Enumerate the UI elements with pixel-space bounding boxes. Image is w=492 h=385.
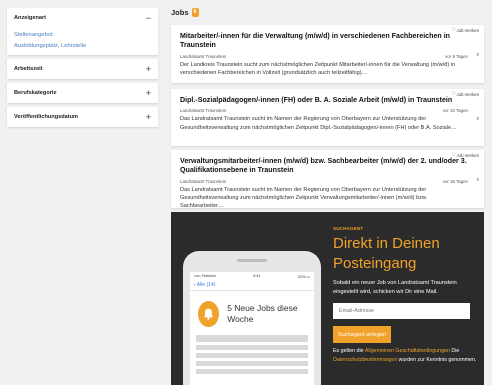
legal-middle: Die <box>449 348 460 354</box>
privacy-link[interactable]: Datenschutzbestimmungen <box>333 357 397 363</box>
placeholder-line <box>196 369 308 374</box>
placeholder-line <box>196 345 308 350</box>
job-age: vor 16 Tagen <box>442 178 468 184</box>
job-meta: Landratsamt Traunstein vor 10 Tagen <box>180 108 468 113</box>
filter-arbeitszeit: Arbeitszeit + <box>7 59 158 79</box>
heart-icon: ♡ <box>451 91 456 96</box>
filter-label: Arbeitszeit <box>14 66 43 72</box>
job-title[interactable]: Mitarbeiter/-innen für die Verwaltung (m… <box>180 32 468 51</box>
remember-job-button[interactable]: ♡ Job merken <box>452 91 479 97</box>
phone-notification: 5 Neue Jobs diese Woche <box>190 291 314 335</box>
job-title[interactable]: Verwaltungsmitarbeiter/-innen (m/w/d) bz… <box>180 157 468 176</box>
filter-arbeitszeit-header[interactable]: Arbeitszeit + <box>7 59 158 79</box>
expand-icon[interactable]: + <box>146 88 151 98</box>
job-description: Das Landratsamt Traunstein sucht im Name… <box>180 116 457 131</box>
expand-icon[interactable]: + <box>146 64 151 74</box>
heart-icon: ♡ <box>451 152 456 157</box>
job-employer: Landratsamt Traunstein <box>180 178 227 184</box>
phone-back-link: ‹ Alle (14) <box>190 281 314 291</box>
job-description: Der Landkreis Traunstein sucht zum nächs… <box>180 61 456 76</box>
remember-job-label: Job merken <box>456 91 479 97</box>
job-card[interactable]: ♡ Job merken Verwaltungsmitarbeiter/-inn… <box>171 150 484 210</box>
filter-anzeigenart-header[interactable]: Anzeigenart − <box>7 8 158 28</box>
jobs-count-badge: 6 <box>191 8 199 17</box>
legal-prefix: Es gelten die <box>333 348 365 354</box>
jobs-heading: Jobs 6 <box>171 8 199 17</box>
remember-job-label: Job merken <box>456 152 479 158</box>
placeholder-line <box>196 361 308 366</box>
collapse-icon[interactable]: − <box>146 13 151 23</box>
legal-notice: Es gelten die Allgemeinen Geschäftsbedin… <box>333 347 478 365</box>
chevron-right-icon[interactable]: › <box>476 113 479 122</box>
chevron-right-icon[interactable]: › <box>476 175 479 184</box>
banner-text: Sobald ein neuer Job von Landratsamt Tra… <box>333 280 457 295</box>
phone-status-bar: ••••• Telekom 9:41 22% ▭ <box>190 272 314 281</box>
placeholder-line <box>196 353 308 358</box>
filter-veroeffentlichungsdatum-header[interactable]: Veröffentlichungsdatum + <box>7 107 158 127</box>
filter-options: Stellenangebot Ausbildungsplatz, Lehrste… <box>7 28 158 55</box>
phone-battery: 22% ▭ <box>297 275 310 279</box>
job-card[interactable]: ♡ Job merken Dipl.-Sozialpädagogen/-inne… <box>171 89 484 146</box>
phone-mockup: ••••• Telekom 9:41 22% ▭ ‹ Alle (14) 5 N… <box>183 251 321 385</box>
phone-screen: ••••• Telekom 9:41 22% ▭ ‹ Alle (14) 5 N… <box>190 272 314 385</box>
job-age: vor 10 Tagen <box>442 108 468 114</box>
job-age: vor 8 Tagen <box>445 53 468 59</box>
job-description: Das Landratsamt Traunstein sucht im Name… <box>180 186 428 210</box>
expand-icon[interactable]: + <box>146 112 151 122</box>
filter-label: Veröffentlichungsdatum <box>14 114 79 120</box>
filter-berufskategorie: Berufskategorie + <box>7 83 158 103</box>
filter-label: Anzeigenart <box>14 15 47 21</box>
banner-eyebrow: SUCHAGENT <box>333 226 364 231</box>
remember-job-label: Job merken <box>456 27 479 33</box>
bell-icon <box>198 301 220 327</box>
legal-suffix: wurden zur Kenntnis genommen. <box>397 357 477 363</box>
phone-carrier: ••••• Telekom <box>194 274 216 278</box>
remember-job-button[interactable]: ♡ Job merken <box>452 27 479 33</box>
job-card[interactable]: ♡ Job merken Mitarbeiter/-innen für die … <box>171 25 484 83</box>
filter-option-stellenangebot[interactable]: Stellenangebot <box>14 30 151 41</box>
phone-notification-text: 5 Neue Jobs diese Woche <box>227 303 298 324</box>
job-title[interactable]: Dipl.-Sozialpädagogen/-innen (FH) oder B… <box>180 96 468 105</box>
filter-option-ausbildungsplatz[interactable]: Ausbildungsplatz, Lehrstelle <box>14 41 151 52</box>
filter-label: Berufskategorie <box>14 90 57 96</box>
filter-anzeigenart: Anzeigenart − Stellenangebot Ausbildungs… <box>7 8 158 55</box>
phone-time: 9:41 <box>253 274 261 278</box>
job-employer: Landratsamt Traunstein <box>180 108 227 114</box>
heart-icon: ♡ <box>451 27 456 32</box>
job-employer: Landratsamt Traunstein <box>180 53 227 59</box>
phone-speaker <box>237 259 267 262</box>
filter-berufskategorie-header[interactable]: Berufskategorie + <box>7 83 158 103</box>
placeholder-line <box>196 335 308 342</box>
remember-job-button[interactable]: ♡ Job merken <box>452 152 479 158</box>
email-field[interactable] <box>333 303 470 319</box>
banner-headline: Direkt in Deinen Posteingang <box>333 235 440 272</box>
job-meta: Landratsamt Traunstein vor 16 Tagen <box>180 179 468 184</box>
create-job-alert-button[interactable]: Suchagent anlegen <box>333 326 391 343</box>
job-alert-banner: ••••• Telekom 9:41 22% ▭ ‹ Alle (14) 5 N… <box>171 212 484 385</box>
chevron-right-icon[interactable]: › <box>476 50 479 59</box>
terms-link[interactable]: Allgemeinen Geschäftsbedingungen <box>365 348 450 354</box>
job-meta: Landratsamt Traunstein vor 8 Tagen <box>180 54 468 59</box>
jobs-title: Jobs <box>171 8 189 17</box>
filter-veroeffentlichungsdatum: Veröffentlichungsdatum + <box>7 107 158 127</box>
